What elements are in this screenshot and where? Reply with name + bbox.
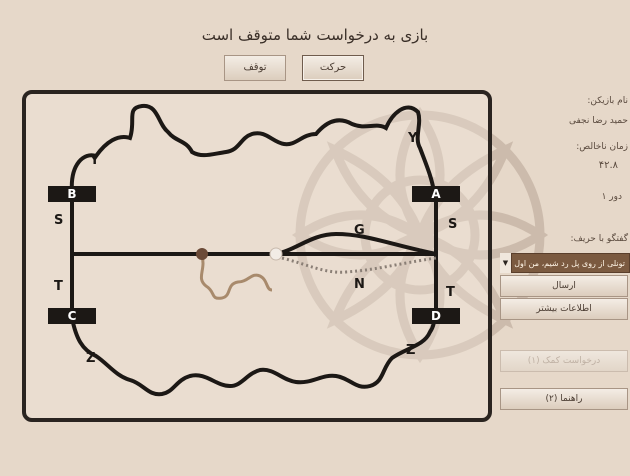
path-y-top [69, 103, 436, 193]
path-z-bottom [70, 317, 436, 397]
help-request-button[interactable]: درخواست کمک (۱) [500, 350, 628, 372]
more-info-button[interactable]: اطلاعات بیشتر [500, 298, 628, 320]
traveled-trail [199, 255, 273, 300]
opponent-token [269, 247, 283, 261]
chevron-down-icon[interactable]: ▼ [500, 253, 512, 273]
chat-label: گفتگو با حریف: [570, 234, 628, 244]
label-t-right: T [446, 285, 455, 300]
game-status-title: بازی به درخواست شما متوقف است [201, 26, 429, 44]
player-name: حمید رضا نجفی [568, 116, 628, 126]
node-a-label: A [431, 187, 441, 201]
label-g: G [354, 223, 365, 238]
time-value: ۴۲.۸ [598, 160, 618, 171]
path-n-chain [281, 256, 437, 274]
stop-button[interactable]: توقف [224, 55, 286, 81]
label-z-left: Z [86, 351, 95, 366]
player-token [196, 248, 208, 260]
label-y-right: Y [407, 131, 418, 146]
label-y-left: Y [89, 153, 100, 168]
round-label: دور ۱ [601, 192, 622, 202]
label-t-left: T [54, 279, 63, 294]
node-c-label: C [68, 309, 77, 323]
chat-select[interactable]: تونلی از روی پل رد شیم، من اول [500, 253, 630, 273]
send-button[interactable]: ارسال [500, 275, 628, 297]
node-b-label: B [67, 187, 76, 201]
label-s-right: S [448, 217, 457, 232]
label-s-left: S [54, 213, 63, 228]
time-label: زمان ناخالص: [576, 142, 628, 152]
label-n: N [354, 277, 365, 292]
move-button[interactable]: حرکت [302, 55, 364, 81]
guide-button[interactable]: راهنما (۲) [500, 388, 628, 410]
game-board: B A C D Y Y S S T T Z Z G N [22, 90, 492, 422]
node-d-label: D [431, 309, 441, 323]
player-name-label: نام بازیکن: [587, 96, 628, 106]
label-z-right: Z [406, 343, 415, 358]
